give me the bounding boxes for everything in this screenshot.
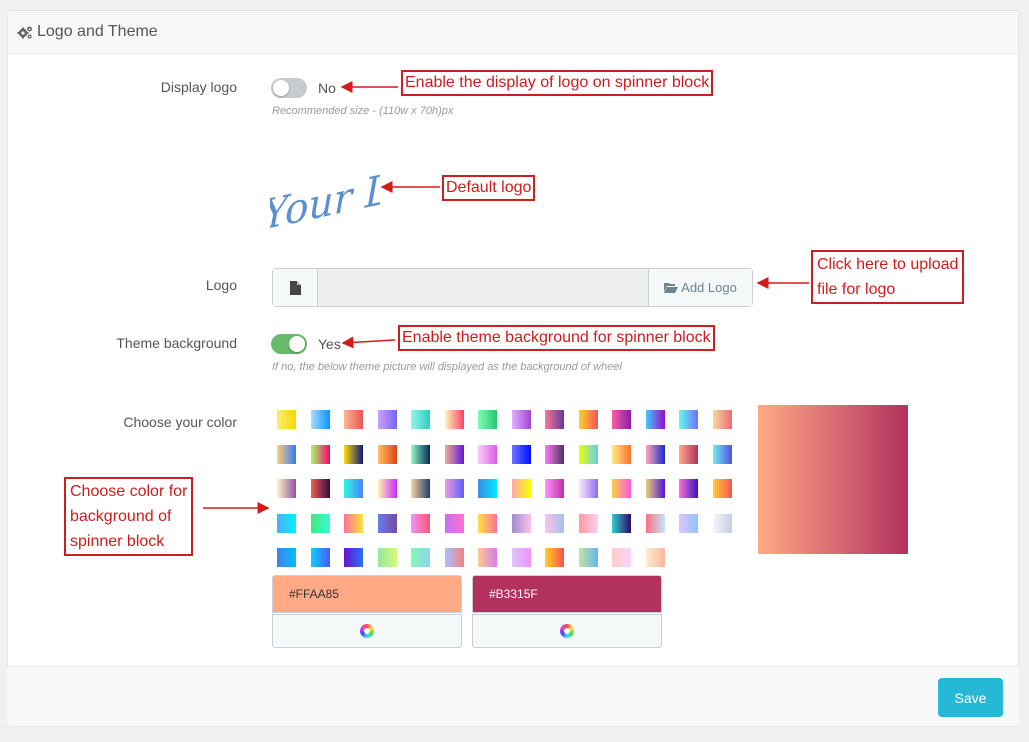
arrow-theme-background [341,336,396,349]
annotation-arrows [203,81,809,514]
